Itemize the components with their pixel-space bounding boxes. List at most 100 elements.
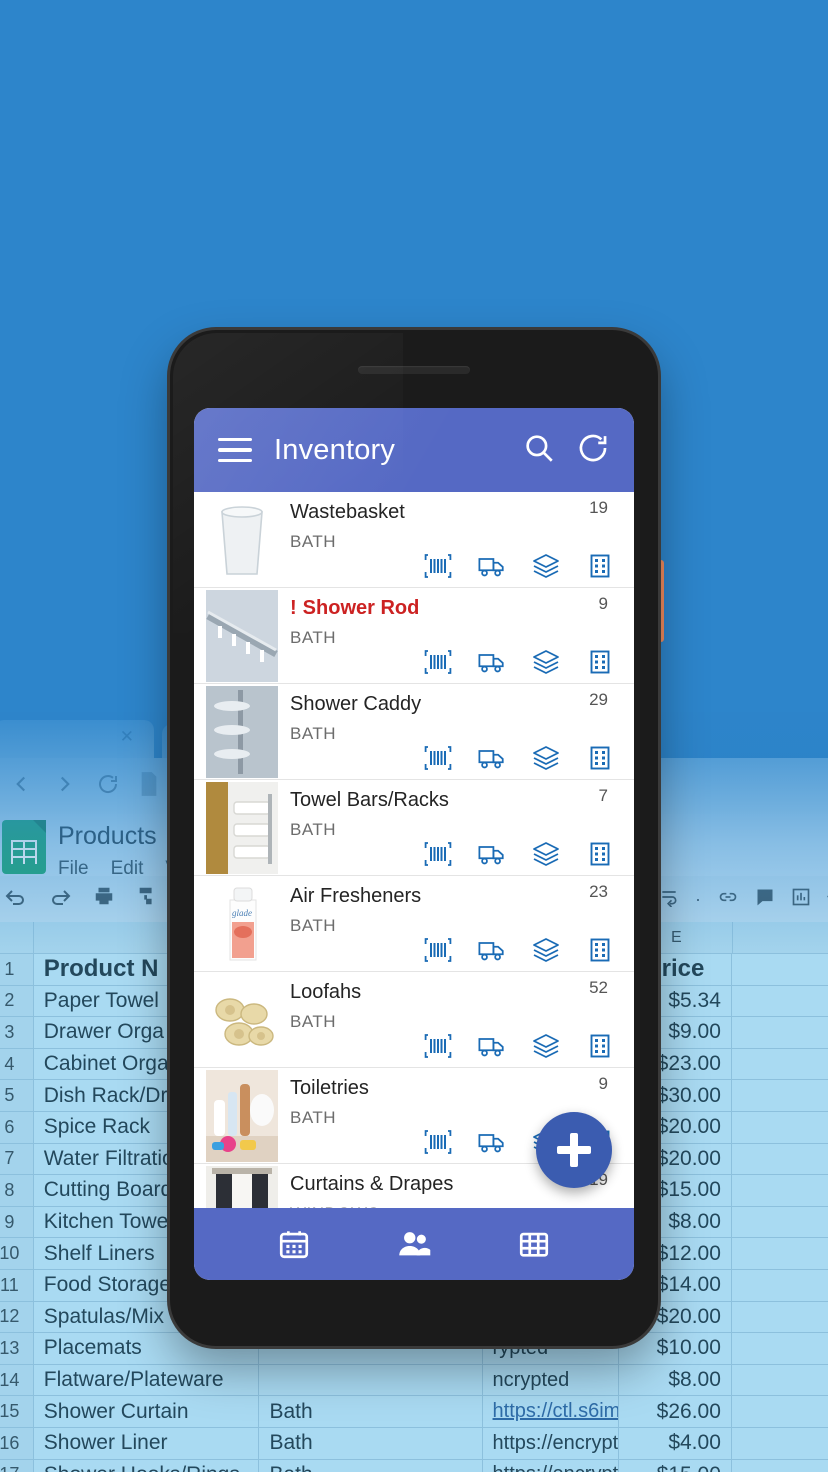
row-number[interactable]: 16: [0, 1427, 34, 1459]
inventory-list-item[interactable]: Towel Bars/Racks BATH 7: [194, 780, 634, 876]
redo-icon[interactable]: [48, 886, 72, 912]
building-icon[interactable]: [586, 649, 614, 675]
cell-category[interactable]: Bath: [259, 1459, 483, 1472]
truck-icon[interactable]: [478, 1129, 506, 1155]
row-number[interactable]: 17: [0, 1459, 34, 1472]
back-arrow-icon[interactable]: [8, 771, 34, 802]
layers-icon[interactable]: [532, 841, 560, 867]
spreadsheet-row[interactable]: 15Shower CurtainBathhttps://ctl.s6img.c$…: [0, 1396, 828, 1428]
cell-empty[interactable]: [732, 1144, 828, 1175]
cell-empty[interactable]: [732, 1080, 828, 1111]
cell-empty[interactable]: [732, 1396, 828, 1427]
building-icon[interactable]: [586, 1033, 614, 1059]
paint-format-icon[interactable]: [136, 885, 158, 913]
row-number[interactable]: 11: [0, 1269, 34, 1301]
calendar-icon[interactable]: [275, 1227, 313, 1261]
inventory-list-item[interactable]: Wastebasket BATH 19: [194, 492, 634, 588]
wrap-text-icon[interactable]: [659, 887, 679, 912]
building-icon[interactable]: [586, 553, 614, 579]
cell-empty[interactable]: [732, 1365, 828, 1396]
people-icon[interactable]: [395, 1227, 433, 1261]
cell-empty[interactable]: [732, 1207, 828, 1238]
cell-empty[interactable]: [732, 1238, 828, 1269]
cell-image-url[interactable]: ncrypted: [483, 1364, 620, 1396]
row-number[interactable]: 6: [0, 1111, 34, 1143]
building-icon[interactable]: [586, 841, 614, 867]
cell-image-url[interactable]: https://encrypted: [483, 1427, 620, 1459]
cell-product-name[interactable]: Shower Hooks/Rings: [34, 1459, 260, 1472]
row-number[interactable]: 3: [0, 1017, 34, 1048]
cell-image-url[interactable]: https://ctl.s6img.c: [483, 1396, 620, 1427]
truck-icon[interactable]: [478, 1033, 506, 1059]
cell-product-name[interactable]: Flatware/Plateware: [34, 1364, 260, 1396]
row-number[interactable]: 10: [0, 1238, 34, 1269]
cell-empty[interactable]: [732, 1428, 828, 1459]
spreadsheet-row[interactable]: 16Shower LinerBathhttps://encrypted$4.00: [0, 1427, 828, 1460]
row-number[interactable]: 7: [0, 1143, 34, 1175]
row-number[interactable]: 14: [0, 1364, 34, 1396]
row-number[interactable]: 5: [0, 1080, 34, 1111]
column-header-f[interactable]: [733, 922, 828, 953]
hamburger-menu-icon[interactable]: [218, 438, 252, 462]
truck-icon[interactable]: [478, 553, 506, 579]
inventory-list-item[interactable]: ! Shower Rod BATH 9: [194, 588, 634, 684]
barcode-icon[interactable]: [424, 1129, 452, 1155]
truck-icon[interactable]: [478, 841, 506, 867]
cell-empty[interactable]: [732, 1175, 828, 1206]
cell-product-name[interactable]: Shower Curtain: [34, 1396, 260, 1427]
browser-tab-active[interactable]: ✕: [0, 720, 154, 758]
reload-icon[interactable]: [96, 772, 120, 801]
cell-empty[interactable]: [732, 1333, 828, 1364]
cell-empty[interactable]: [732, 986, 828, 1017]
inventory-list[interactable]: Wastebasket BATH 19 !Shower Rod BATH 9: [194, 492, 634, 1208]
row-number[interactable]: 2: [0, 985, 34, 1017]
inventory-list-item[interactable]: Loofahs BATH 52: [194, 972, 634, 1068]
row-number[interactable]: 4: [0, 1048, 34, 1080]
insert-comment-icon[interactable]: [755, 887, 775, 912]
layers-icon[interactable]: [532, 553, 560, 579]
cell-empty[interactable]: [732, 954, 828, 985]
barcode-icon[interactable]: [424, 937, 452, 963]
cell-empty[interactable]: [732, 1017, 828, 1048]
forward-arrow-icon[interactable]: [52, 771, 78, 802]
cell-product-name[interactable]: Shower Liner: [34, 1427, 260, 1459]
row-number[interactable]: 8: [0, 1175, 34, 1206]
row-number[interactable]: 9: [0, 1206, 34, 1238]
barcode-icon[interactable]: [424, 841, 452, 867]
row-number[interactable]: 12: [0, 1301, 34, 1333]
cell-price[interactable]: $8.00: [619, 1364, 732, 1396]
corner-cell[interactable]: [0, 922, 35, 953]
row-number[interactable]: 15: [0, 1396, 34, 1427]
cell-price[interactable]: $15.00: [619, 1459, 732, 1472]
row-number[interactable]: 13: [0, 1333, 34, 1364]
add-item-fab[interactable]: [536, 1112, 612, 1188]
cell-empty[interactable]: [732, 1112, 828, 1143]
insert-chart-icon[interactable]: [791, 887, 811, 912]
cell-empty[interactable]: [732, 1270, 828, 1301]
cell-category[interactable]: [259, 1364, 483, 1396]
table-grid-icon[interactable]: [515, 1227, 553, 1261]
refresh-icon[interactable]: [576, 431, 610, 470]
cell-empty[interactable]: [732, 1049, 828, 1080]
close-icon[interactable]: ✕: [120, 728, 134, 745]
building-icon[interactable]: [586, 937, 614, 963]
truck-icon[interactable]: [478, 649, 506, 675]
inventory-list-item[interactable]: glade Air Fresheners BATH 23: [194, 876, 634, 972]
cell-empty[interactable]: [732, 1302, 828, 1333]
layers-icon[interactable]: [532, 1033, 560, 1059]
inventory-list-item[interactable]: Shower Caddy BATH 29: [194, 684, 634, 780]
spreadsheet-row[interactable]: 17Shower Hooks/RingsBathhttps://encrypte…: [0, 1459, 828, 1472]
search-icon[interactable]: [522, 431, 556, 470]
print-icon[interactable]: [92, 885, 116, 913]
spreadsheet-row[interactable]: 14 Flatware/Plateware ncrypted $8.00: [0, 1364, 828, 1397]
layers-icon[interactable]: [532, 745, 560, 771]
row-number[interactable]: 1: [0, 954, 34, 985]
cell-image-url[interactable]: https://encrypted: [483, 1459, 620, 1472]
insert-link-icon[interactable]: [717, 887, 739, 912]
layers-icon[interactable]: [532, 649, 560, 675]
building-icon[interactable]: [586, 745, 614, 771]
cell-price[interactable]: $26.00: [619, 1396, 732, 1427]
barcode-icon[interactable]: [424, 649, 452, 675]
cell-category[interactable]: Bath: [259, 1396, 483, 1427]
layers-icon[interactable]: [532, 937, 560, 963]
